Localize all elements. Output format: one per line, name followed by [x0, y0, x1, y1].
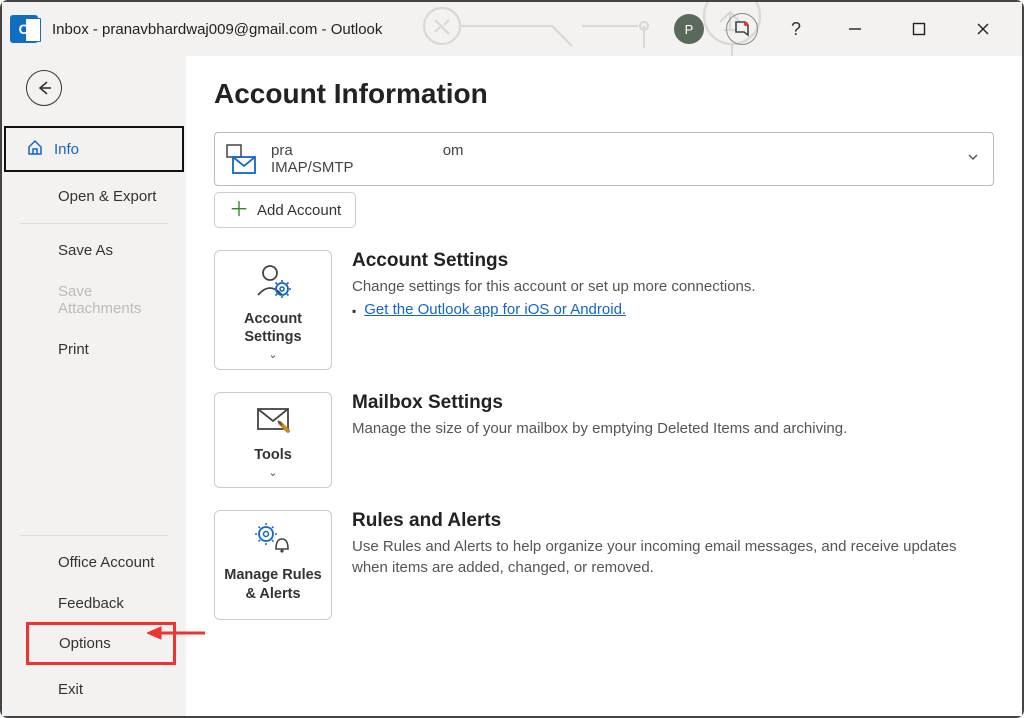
account-email: praom [271, 142, 464, 159]
user-avatar[interactable]: P [674, 14, 704, 44]
chevron-down-icon: ⌄ [268, 348, 277, 361]
add-account-label: Add Account [257, 202, 341, 219]
tile-label: Manage Rules & Alerts [221, 566, 325, 602]
section-title: Rules and Alerts [352, 510, 994, 532]
maximize-button[interactable] [898, 13, 940, 45]
close-button[interactable] [962, 13, 1004, 45]
nav-exit[interactable]: Exit [2, 669, 186, 710]
section-desc: Manage the size of your mailbox by empty… [352, 418, 994, 439]
nav-label: Open & Export [58, 188, 156, 205]
nav-save-as[interactable]: Save As [2, 230, 186, 271]
nav-print[interactable]: Print [2, 329, 186, 370]
account-settings-tile[interactable]: Account Settings ⌄ [214, 250, 332, 370]
section-title: Mailbox Settings [352, 392, 994, 414]
back-button[interactable] [26, 70, 62, 106]
outlook-app-link[interactable]: Get the Outlook app for iOS or Android. [364, 301, 626, 318]
content-area: Account Information praom IMAP/SMTP ＋ Ad… [186, 56, 1022, 716]
home-icon [26, 138, 44, 160]
window-title: Inbox - pranavbhardwaj009@gmail.com - Ou… [52, 21, 382, 38]
account-selector[interactable]: praom IMAP/SMTP [214, 132, 994, 186]
nav-office-account[interactable]: Office Account [2, 542, 186, 583]
chevron-down-icon [967, 150, 979, 168]
mail-icon [223, 141, 259, 177]
help-button[interactable]: ? [780, 19, 812, 40]
manage-rules-tile[interactable]: Manage Rules & Alerts [214, 510, 332, 620]
nav-label: Save Attachments [58, 283, 168, 317]
separator [20, 535, 168, 536]
nav-label: Save As [58, 242, 113, 259]
minimize-button[interactable] [834, 13, 876, 45]
nav-label: Options [59, 635, 111, 652]
rules-alerts-icon [252, 521, 294, 560]
tile-label: Account Settings [221, 310, 325, 346]
coming-soon-icon[interactable] [726, 13, 758, 45]
mailbox-tools-icon [252, 403, 294, 440]
titlebar: O Inbox - pranavbhardwaj009@gmail.com - … [2, 2, 1022, 56]
tools-tile[interactable]: Tools ⌄ [214, 392, 332, 488]
nav-feedback[interactable]: Feedback [2, 583, 186, 624]
nav-label: Exit [58, 681, 83, 698]
nav-label: Info [54, 141, 79, 158]
nav-label: Office Account [58, 554, 154, 571]
nav-label: Feedback [58, 595, 124, 612]
person-gear-icon [252, 261, 294, 304]
outlook-app-icon: O [10, 15, 38, 43]
backstage-sidebar: Info Open & Export Save As Save Attachme… [2, 56, 186, 716]
plus-icon: ＋ [229, 200, 249, 220]
section-desc: Use Rules and Alerts to help organize yo… [352, 536, 994, 578]
separator [20, 223, 168, 224]
nav-save-attachments: Save Attachments [2, 271, 186, 329]
nav-info[interactable]: Info [4, 126, 184, 172]
nav-open-export[interactable]: Open & Export [2, 176, 186, 217]
add-account-button[interactable]: ＋ Add Account [214, 192, 356, 228]
annotation-arrow [147, 624, 207, 647]
account-type: IMAP/SMTP [271, 159, 464, 176]
page-title: Account Information [214, 78, 994, 110]
section-title: Account Settings [352, 250, 994, 272]
nav-label: Print [58, 341, 89, 358]
section-desc: Change settings for this account or set … [352, 276, 994, 297]
chevron-down-icon: ⌄ [268, 466, 277, 479]
tile-label: Tools [254, 446, 292, 464]
